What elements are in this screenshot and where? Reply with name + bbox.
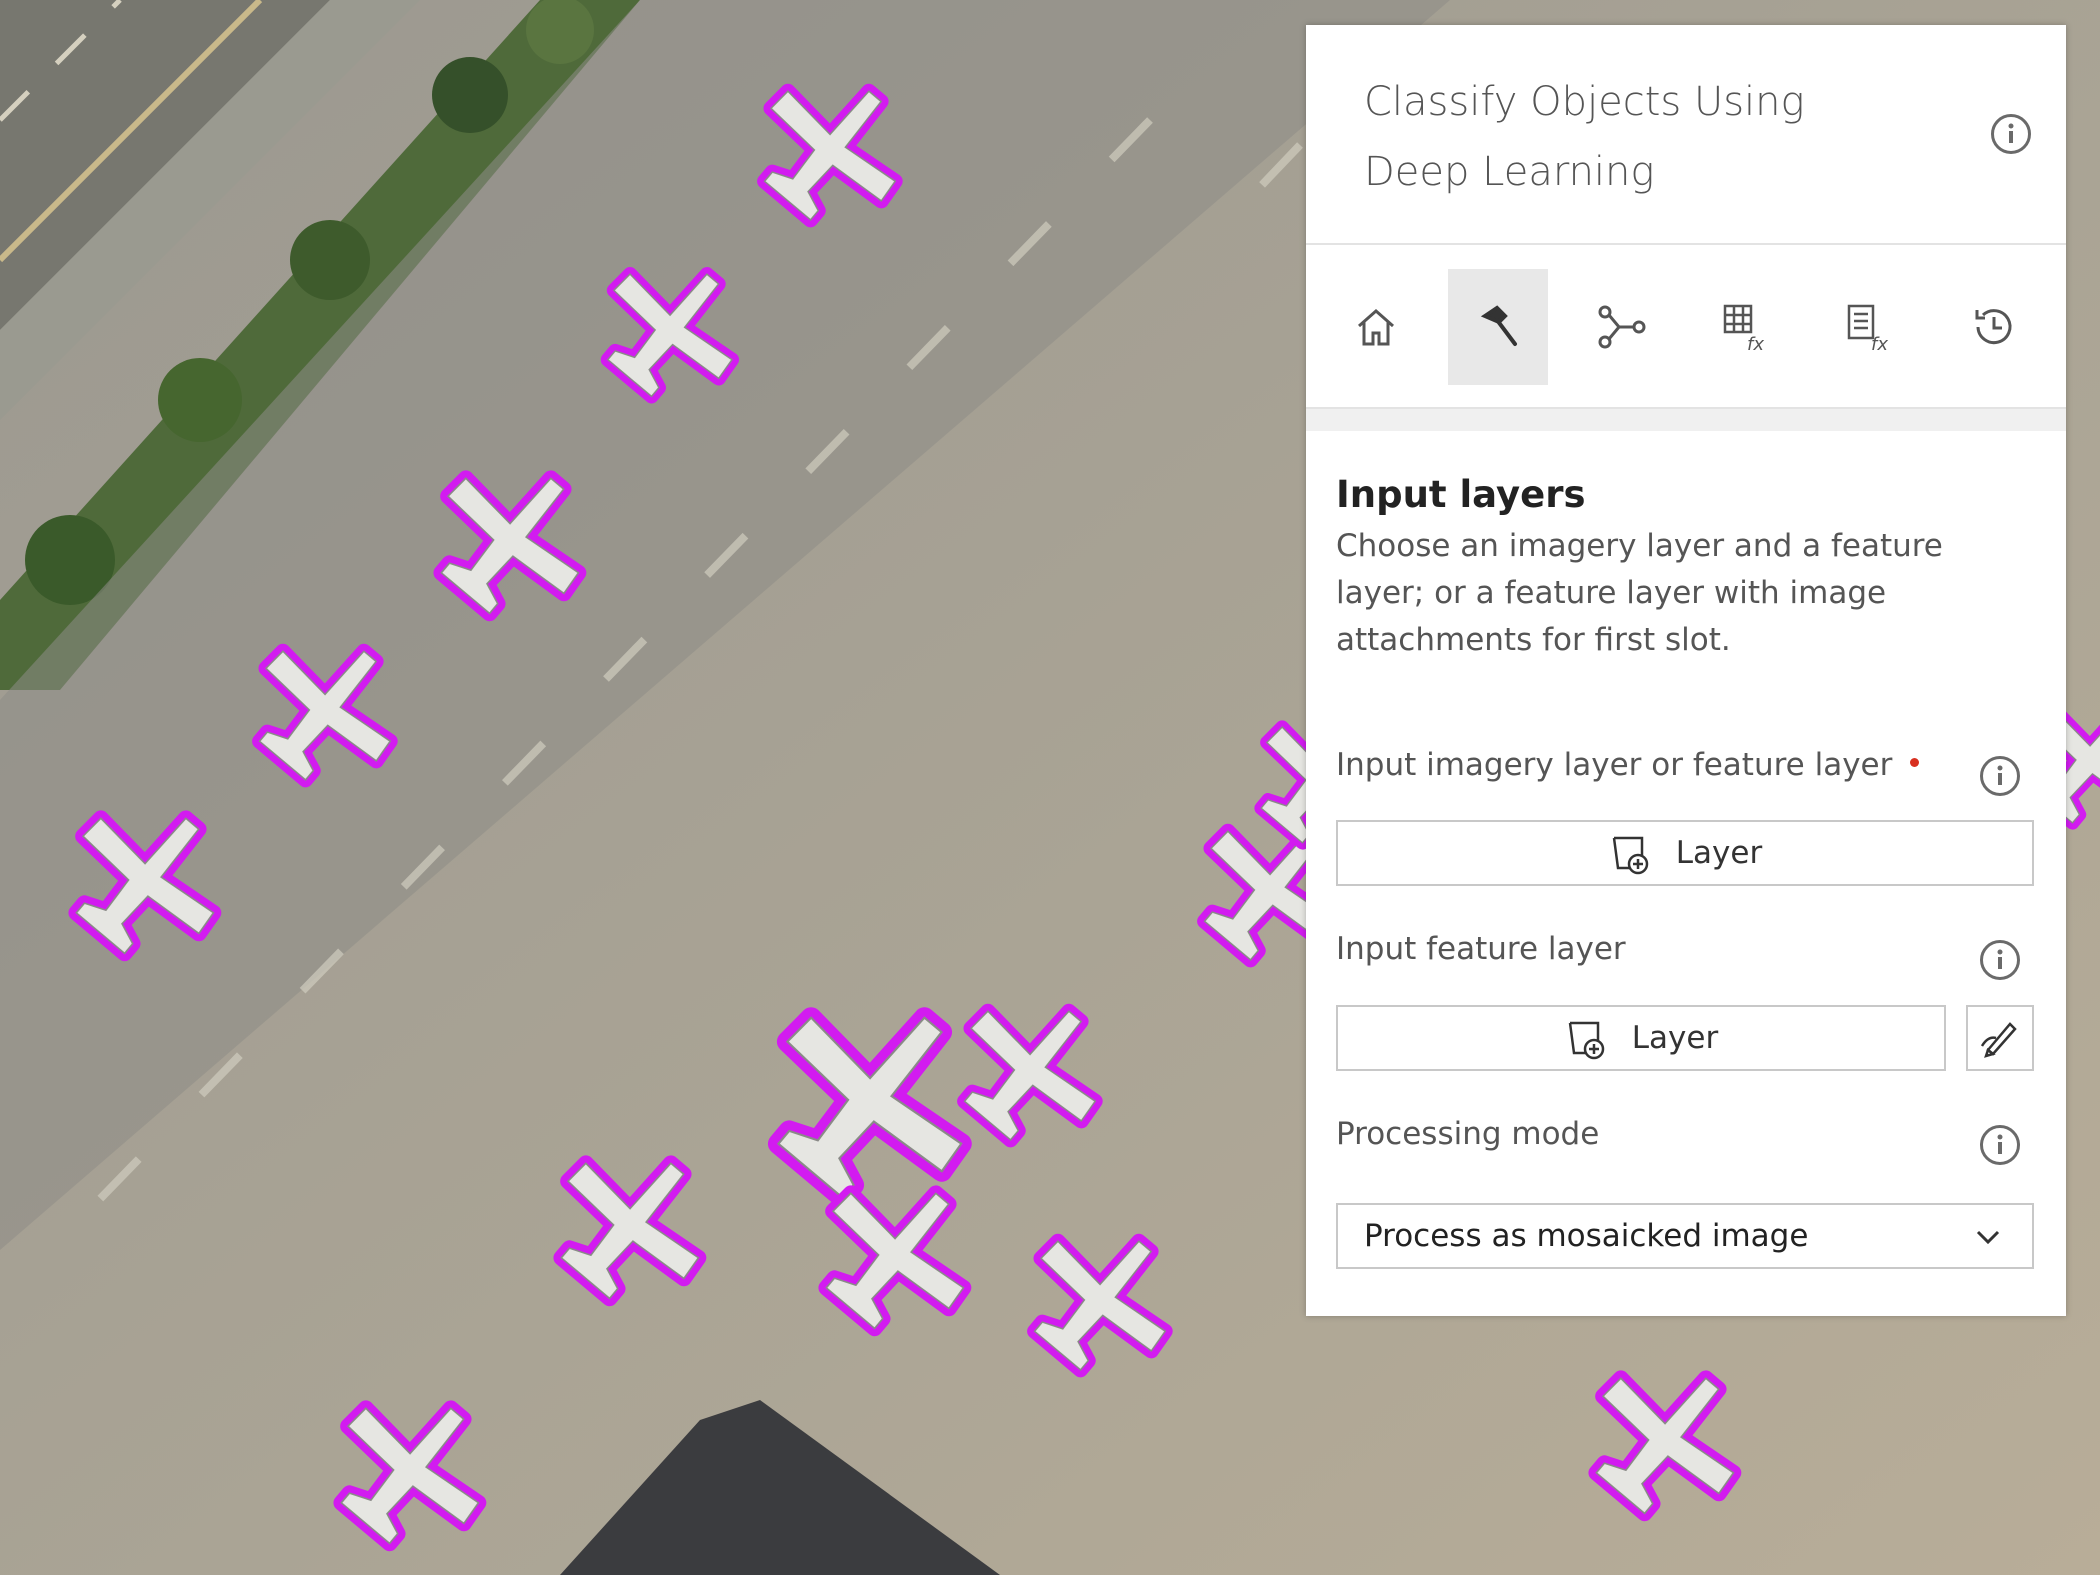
- input-feature-label: Input feature layer: [1336, 931, 1626, 967]
- section-title: Input layers: [1336, 473, 1586, 516]
- tool-toolbar: fx fx: [1306, 245, 2066, 409]
- info-icon[interactable]: [1980, 940, 2020, 980]
- hammer-icon: [1480, 305, 1517, 346]
- add-layer-icon: [1612, 836, 1649, 875]
- node-graph-icon: [1598, 305, 1646, 349]
- section-description: Choose an imagery layer and a feature la…: [1336, 528, 1943, 658]
- input-feature-layer-button[interactable]: Layer: [1336, 1005, 1946, 1071]
- list-fx-icon: fx: [1847, 304, 1888, 354]
- raster-function-button[interactable]: fx: [1696, 269, 1796, 385]
- panel-header: Classify Objects Using Deep Learning: [1306, 25, 2066, 245]
- processing-mode-label: Processing mode: [1336, 1116, 1600, 1152]
- processing-mode-value: Process as mosaicked image: [1364, 1218, 1809, 1254]
- home-icon: [1358, 308, 1394, 346]
- required-indicator: [1910, 758, 1920, 767]
- svg-text:fx: fx: [1871, 334, 1888, 354]
- panel-title-line-2: Deep Learning: [1364, 149, 1655, 195]
- info-icon[interactable]: [1980, 1125, 2020, 1165]
- divider-band: [1306, 409, 2066, 431]
- tool-button[interactable]: [1448, 269, 1548, 385]
- chevron-down-icon: [1976, 1230, 2000, 1245]
- add-layer-icon: [1568, 1021, 1605, 1060]
- info-icon[interactable]: [1980, 756, 2020, 796]
- tree: [158, 358, 242, 442]
- panel-title-line-1: Classify Objects Using: [1364, 79, 1805, 125]
- input-imagery-label: Input imagery layer or feature layer: [1336, 747, 1920, 783]
- input-feature-layer-button-label: Layer: [1631, 1020, 1719, 1056]
- input-imagery-layer-button[interactable]: Layer: [1336, 820, 2034, 886]
- tree: [432, 57, 508, 133]
- tree: [290, 220, 370, 300]
- input-imagery-layer-button-label: Layer: [1675, 835, 1763, 871]
- history-button[interactable]: [1944, 269, 2044, 385]
- home-button[interactable]: [1326, 269, 1426, 385]
- history-icon: [1975, 309, 2012, 345]
- pencil-sketch-icon: [1980, 1022, 2017, 1058]
- classify-objects-panel: Classify Objects Using Deep Learning fx …: [1306, 25, 2066, 1316]
- model-button[interactable]: [1572, 269, 1672, 385]
- panel-title: Classify Objects Using Deep Learning: [1364, 67, 1924, 207]
- list-function-button[interactable]: fx: [1820, 269, 1920, 385]
- sketch-feature-button[interactable]: [1966, 1005, 2034, 1071]
- svg-text:fx: fx: [1747, 334, 1764, 354]
- input-imagery-label-text: Input imagery layer or feature layer: [1336, 747, 1893, 783]
- processing-mode-select[interactable]: Process as mosaicked image: [1336, 1203, 2034, 1269]
- info-icon[interactable]: [1991, 114, 2031, 154]
- grid-fx-icon: fx: [1723, 304, 1764, 354]
